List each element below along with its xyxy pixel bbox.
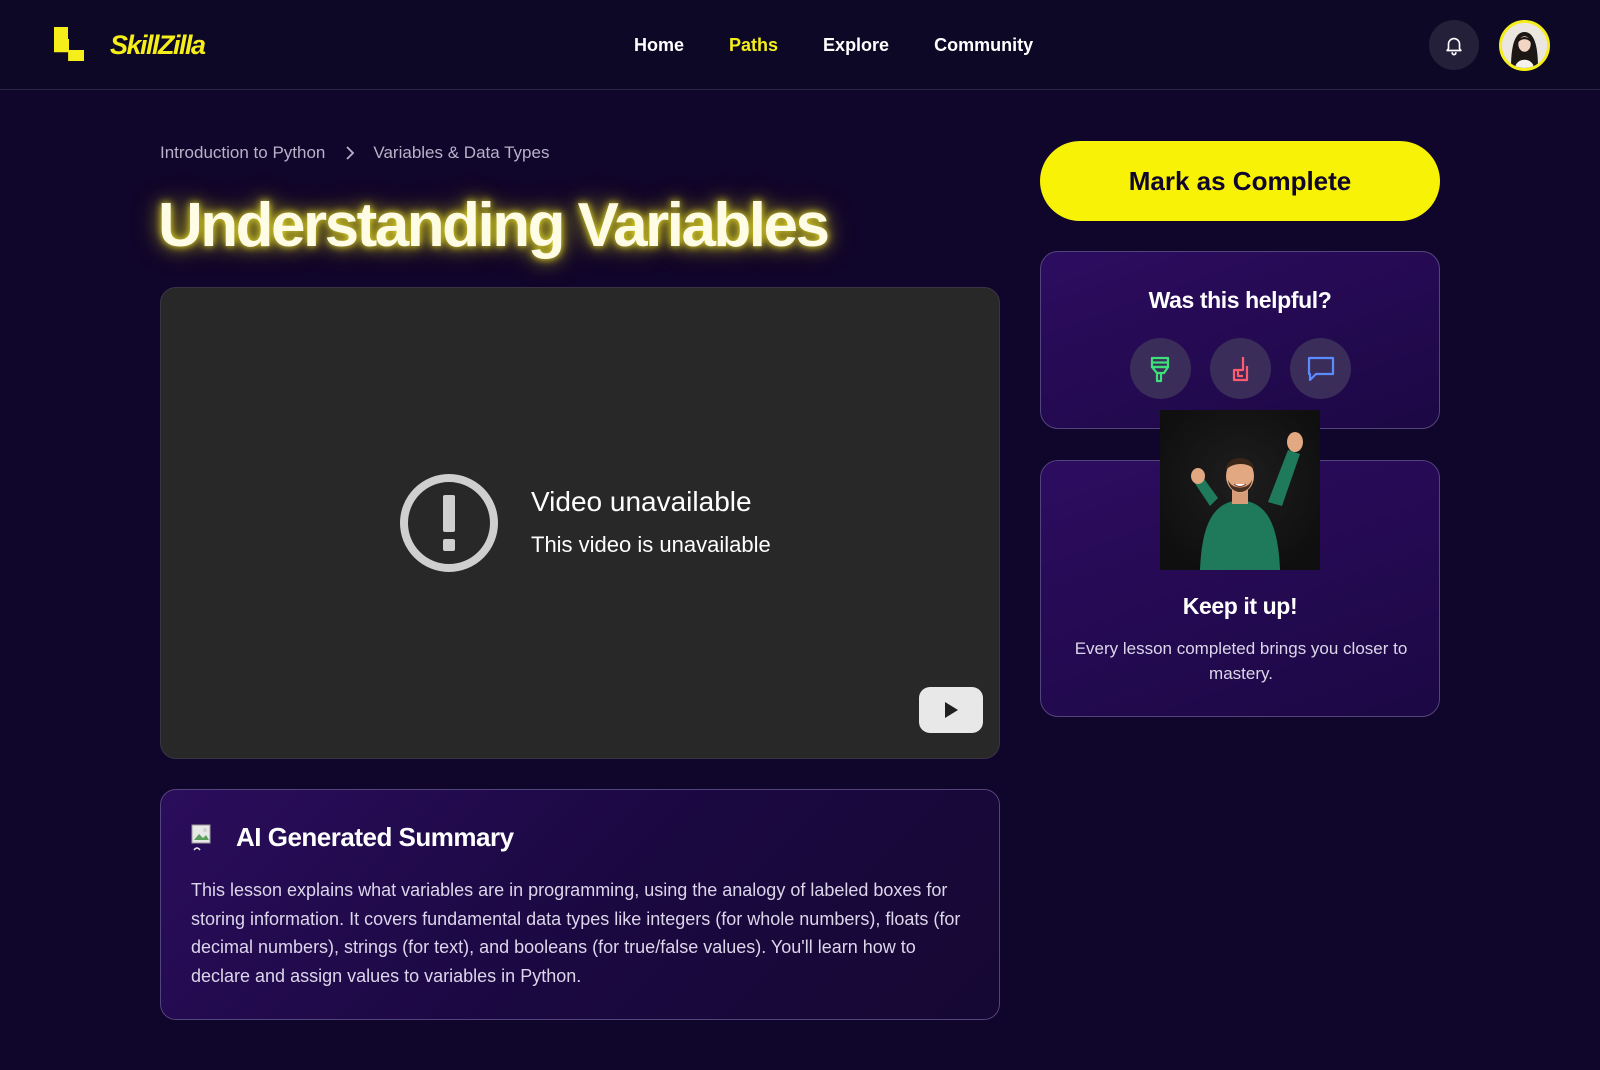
top-navigation-bar: SkillZilla Home Paths Explore Community — [0, 0, 1600, 90]
chevron-right-icon — [345, 146, 355, 160]
nav-community[interactable]: Community — [934, 34, 1033, 56]
motivation-text: Every lesson completed brings you closer… — [1074, 639, 1408, 683]
celebration-image — [1160, 410, 1320, 570]
main-nav: Home Paths Explore Community — [634, 34, 1078, 56]
thumbs-down-icon — [1232, 356, 1248, 381]
brand-name: SkillZilla — [110, 29, 206, 60]
avatar-portrait — [1502, 23, 1547, 68]
motivation-title: Keep it up! — [1182, 593, 1298, 619]
feedback-buttons — [1130, 338, 1370, 399]
breadcrumb-current[interactable]: Variables & Data Types — [373, 143, 549, 163]
alert-circle-icon — [400, 474, 498, 572]
ai-summary-card: AI Generated Summary This lesson explain… — [160, 789, 1000, 1020]
thumbs-up-icon — [1150, 356, 1169, 382]
comment-icon — [1307, 356, 1334, 381]
video-player[interactable]: Video unavailable This video is unavaila… — [160, 287, 1000, 759]
nav-home[interactable]: Home — [634, 34, 684, 56]
breadcrumb: Introduction to Python Variables & Data … — [160, 143, 549, 163]
bell-icon — [1446, 37, 1462, 56]
youtube-play-button[interactable] — [919, 687, 983, 733]
brand-logo[interactable]: SkillZilla — [54, 27, 206, 63]
mark-complete-button[interactable]: Mark as Complete — [1040, 141, 1440, 221]
broken-image-icon — [191, 824, 211, 851]
page-title: Understanding Variables — [158, 191, 830, 260]
video-status-message: This video is unavailable — [531, 532, 771, 557]
feedback-card: Was this helpful? — [1040, 251, 1440, 429]
nav-paths[interactable]: Paths — [729, 34, 778, 56]
feedback-title: Was this helpful? — [1148, 287, 1332, 313]
thumbs-down-button[interactable] — [1210, 338, 1271, 399]
user-avatar[interactable] — [1499, 20, 1550, 71]
logo-icon — [54, 27, 86, 63]
video-status-title: Video unavailable — [531, 486, 752, 517]
summary-text: This lesson explains what variables are … — [191, 880, 961, 986]
youtube-play-icon — [945, 702, 958, 718]
comment-button[interactable] — [1290, 338, 1351, 399]
thumbs-up-button[interactable] — [1130, 338, 1191, 399]
celebrating-person-illustration — [1191, 432, 1303, 570]
notifications-button[interactable] — [1429, 20, 1479, 70]
nav-explore[interactable]: Explore — [823, 34, 889, 56]
summary-title: AI Generated Summary — [236, 822, 514, 852]
breadcrumb-parent[interactable]: Introduction to Python — [160, 143, 325, 163]
